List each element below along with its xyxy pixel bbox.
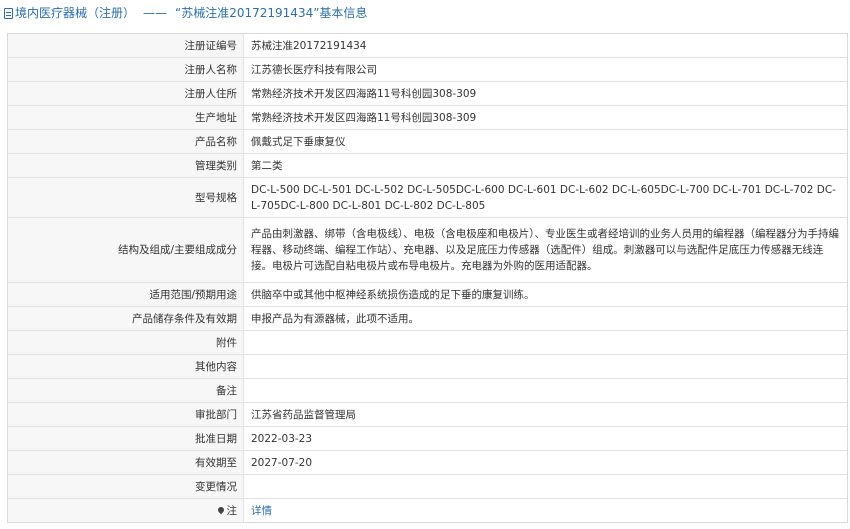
table-row: 注册人名称 江苏德长医疗科技有限公司 [8, 57, 847, 82]
field-value: 江苏省药品监督管理局 [243, 402, 847, 427]
table-row: 生产地址 常熟经济技术开发区四海路11号科创园308-309 [8, 105, 847, 130]
note-label-cell: 注 [8, 498, 244, 522]
document-icon [4, 8, 13, 19]
field-label: 产品储存条件及有效期 [8, 306, 244, 331]
table-row: 审批部门 江苏省药品监督管理局 [8, 402, 847, 427]
category-label: 境内医疗器械（注册） [15, 6, 136, 20]
field-label: 适用范围/预期用途 [8, 282, 244, 307]
page-title-bar: 境内医疗器械（注册） —— “苏械注准20172191434”基本信息 [0, 0, 850, 26]
table-row: 其他内容 [8, 354, 847, 379]
table-row: 产品名称 佩戴式足下垂康复仪 [8, 129, 847, 154]
field-label: 管理类别 [8, 153, 244, 178]
table-row: 附件 [8, 330, 847, 355]
table-row: 产品储存条件及有效期 申报产品为有源器械，此项不适用。 [8, 306, 847, 331]
field-value [243, 474, 847, 499]
field-value: 常熟经济技术开发区四海路11号科创园308-309 [243, 81, 847, 106]
field-label: 注册人住所 [8, 81, 244, 106]
table-row: 管理类别 第二类 [8, 153, 847, 178]
field-label: 有效期至 [8, 450, 244, 475]
table-row: 批准日期 2022-03-23 [8, 426, 847, 451]
field-value: 常熟经济技术开发区四海路11号科创园308-309 [243, 105, 847, 130]
title-separator: —— [143, 6, 168, 20]
table-row: 注册人住所 常熟经济技术开发区四海路11号科创园308-309 [8, 81, 847, 106]
field-value: 佩戴式足下垂康复仪 [243, 129, 847, 154]
note-value-cell: 详情 [243, 498, 847, 522]
table-row: 型号规格 DC-L-500 DC-L-501 DC-L-502 DC-L-505… [8, 177, 847, 218]
field-value [243, 378, 847, 403]
table-row: 备注 [8, 378, 847, 403]
field-label: 生产地址 [8, 105, 244, 130]
field-label: 审批部门 [8, 402, 244, 427]
field-label: 附件 [8, 330, 244, 355]
field-label: 产品名称 [8, 129, 244, 154]
info-panel: 注册证编号 苏械注准20172191434 注册人名称 江苏德长医疗科技有限公司… [7, 33, 848, 523]
info-table: 注册证编号 苏械注准20172191434 注册人名称 江苏德长医疗科技有限公司… [8, 34, 847, 522]
field-label: 注 [226, 504, 238, 517]
pin-icon [216, 505, 225, 514]
field-label: 备注 [8, 378, 244, 403]
field-value: 供脑卒中或其他中枢神经系统损伤造成的足下垂的康复训练。 [243, 282, 847, 307]
field-value [243, 354, 847, 379]
table-row: 有效期至 2027-07-20 [8, 450, 847, 475]
field-value: 申报产品为有源器械，此项不适用。 [243, 306, 847, 331]
field-value: 2022-03-23 [243, 426, 847, 451]
table-row: 注册证编号 苏械注准20172191434 [8, 34, 847, 58]
field-value: DC-L-500 DC-L-501 DC-L-502 DC-L-505DC-L-… [243, 177, 847, 218]
field-value: 苏械注准20172191434 [243, 34, 847, 58]
field-label: 注册证编号 [8, 34, 244, 58]
details-link[interactable]: 详情 [251, 505, 272, 517]
field-value: 产品由刺激器、绑带（含电极线）、电极（含电极座和电极片）、专业医生或者经培训的业… [243, 217, 847, 283]
field-label: 批准日期 [8, 426, 244, 451]
table-row: 适用范围/预期用途 供脑卒中或其他中枢神经系统损伤造成的足下垂的康复训练。 [8, 282, 847, 307]
table-row: 注 详情 [8, 498, 847, 522]
field-value: 第二类 [243, 153, 847, 178]
table-row: 结构及组成/主要组成成分 产品由刺激器、绑带（含电极线）、电极（含电极座和电极片… [8, 217, 847, 283]
field-label: 结构及组成/主要组成成分 [8, 217, 244, 283]
field-label: 型号规格 [8, 177, 244, 218]
page-title: “苏械注准20172191434”基本信息 [175, 6, 368, 20]
field-value [243, 330, 847, 355]
field-value: 江苏德长医疗科技有限公司 [243, 57, 847, 82]
field-label: 注册人名称 [8, 57, 244, 82]
table-row: 变更情况 [8, 474, 847, 499]
field-label: 其他内容 [8, 354, 244, 379]
field-label: 变更情况 [8, 474, 244, 499]
field-value: 2027-07-20 [243, 450, 847, 475]
